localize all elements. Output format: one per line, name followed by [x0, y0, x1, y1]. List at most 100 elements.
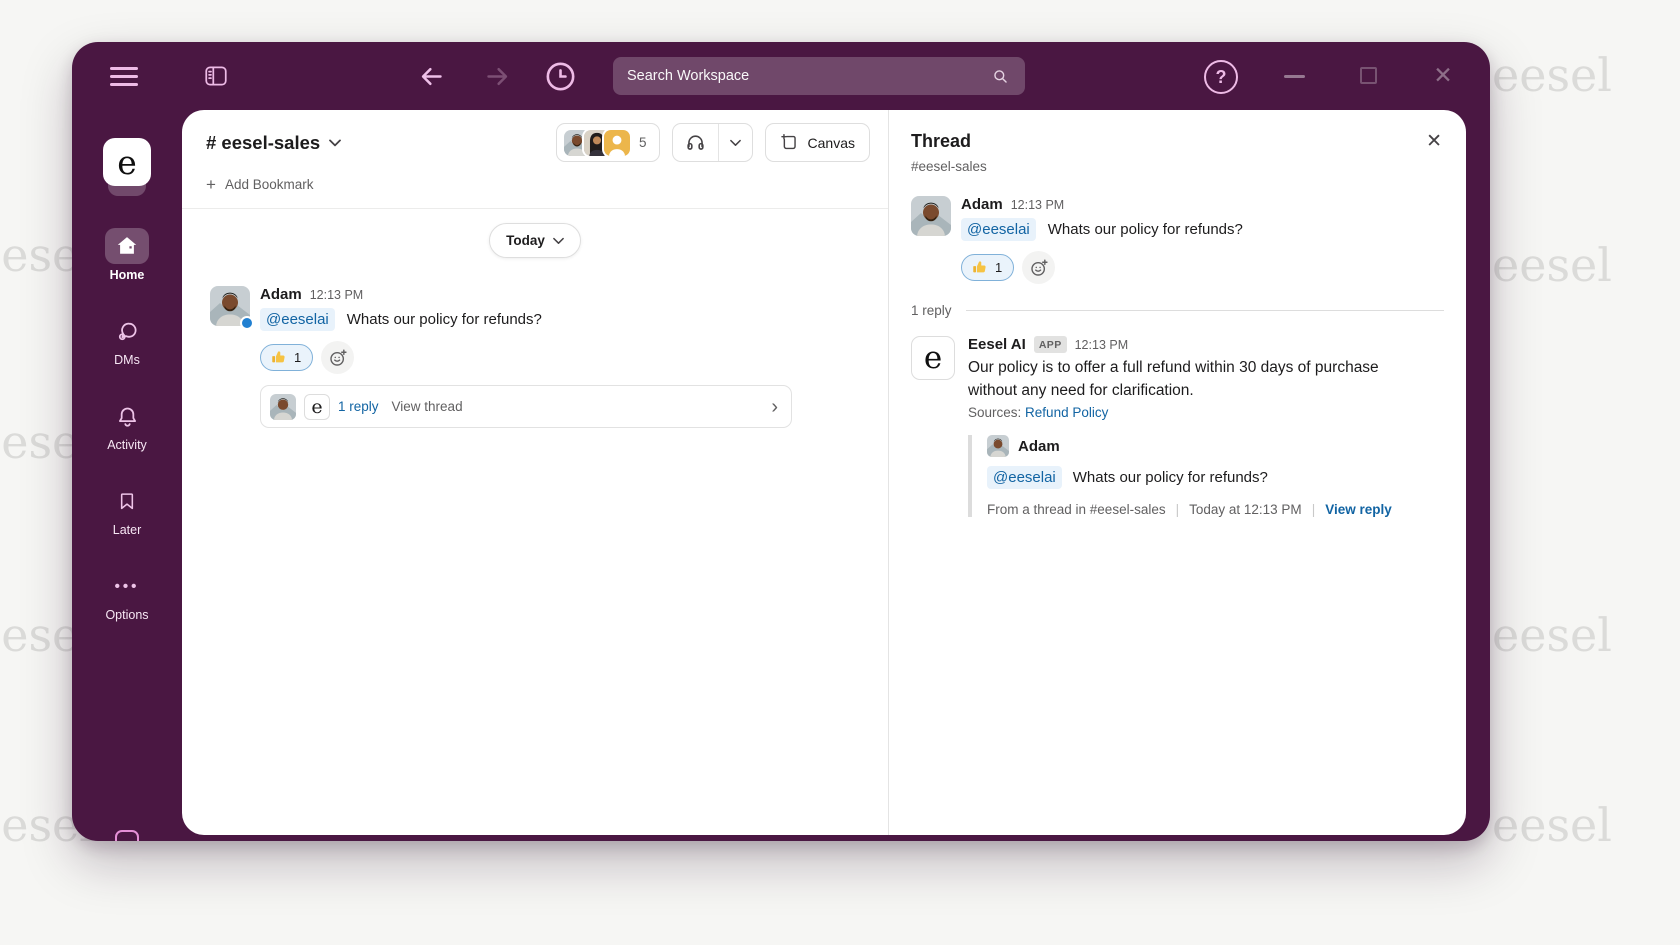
search-input[interactable] — [613, 57, 1025, 95]
channel-name: # eesel-sales — [206, 132, 320, 154]
bookmark-icon — [105, 483, 149, 519]
separator: | — [1312, 502, 1316, 517]
thread-root-message: Adam 12:13 PM @eeselai Whats our policy … — [889, 174, 1466, 284]
watermark-text: eesel — [1492, 608, 1612, 662]
view-reply-link[interactable]: View reply — [1325, 502, 1392, 517]
sidebar-item-label: Activity — [107, 438, 147, 452]
adam-avatar-image — [911, 196, 951, 236]
add-emoji-icon — [1029, 258, 1049, 278]
message-author[interactable]: Eesel AI — [968, 336, 1026, 353]
bell-icon — [105, 398, 149, 434]
date-pill-button[interactable]: Today — [489, 223, 581, 258]
watermark-text: eesel — [1492, 238, 1612, 292]
add-bookmark-button[interactable]: + Add Bookmark — [182, 168, 888, 209]
mention-pill[interactable]: @eeselai — [987, 466, 1062, 489]
add-bookmark-label: Add Bookmark — [225, 177, 314, 192]
channel-header: # eesel-sales — [182, 110, 888, 168]
sidebar-item-options[interactable]: ••• Options — [105, 568, 149, 622]
maximize-icon[interactable] — [1360, 67, 1377, 84]
forward-arrow-icon[interactable] — [484, 63, 511, 90]
thumbsup-reaction[interactable]: 1 — [260, 344, 313, 371]
home-icon — [105, 228, 149, 264]
canvas-icon — [780, 133, 799, 152]
sidebar-item-dms[interactable]: DMs — [105, 313, 149, 367]
message-text: Whats our policy for refunds? — [347, 311, 542, 328]
source-link[interactable]: Refund Policy — [1025, 405, 1108, 420]
replies-count-label: 1 reply — [911, 303, 952, 318]
minimize-icon[interactable] — [1284, 75, 1305, 78]
chevron-down-icon — [730, 139, 741, 147]
avatar[interactable] — [911, 196, 951, 236]
view-thread-bar[interactable]: e 1 reply View thread › — [260, 385, 792, 428]
members-button[interactable]: 5 — [556, 123, 660, 162]
canvas-button[interactable]: Canvas — [765, 123, 870, 162]
message-author[interactable]: Adam — [961, 196, 1003, 213]
reply-avatar — [270, 394, 296, 420]
clipped-rail-icon — [115, 830, 139, 841]
thumbsup-reaction[interactable]: 1 — [961, 254, 1014, 281]
separator: | — [1176, 502, 1180, 517]
sidebar-item-label: Options — [105, 608, 148, 622]
app-badge: APP — [1034, 336, 1067, 353]
message-timestamp: 12:13 PM — [310, 288, 364, 302]
sources-label: Sources: — [968, 405, 1021, 420]
channel-actions: 5 — [556, 123, 870, 162]
date-pill-label: Today — [506, 233, 545, 248]
reaction-count: 1 — [995, 260, 1002, 275]
dms-icon — [105, 313, 149, 349]
avatar[interactable] — [987, 435, 1009, 457]
eesel-app-avatar: e — [304, 394, 330, 420]
thread-panel: Thread ✕ #eesel-sales Adam 12:13 PM — [889, 110, 1466, 835]
thumbsup-emoji-icon — [270, 349, 287, 366]
member-avatars — [564, 130, 630, 156]
hamburger-menu-icon[interactable] — [110, 67, 138, 86]
headphones-icon — [685, 132, 706, 153]
replies-divider: 1 reply — [911, 303, 1444, 318]
back-arrow-icon[interactable] — [418, 63, 445, 90]
avatar[interactable] — [210, 286, 250, 326]
help-icon[interactable]: ? — [1204, 60, 1238, 94]
sidebar-toggle-icon[interactable] — [202, 63, 230, 89]
sidebar-item-label: DMs — [114, 353, 140, 367]
add-reaction-button[interactable] — [321, 341, 354, 374]
chevron-down-icon — [553, 237, 564, 245]
canvas-label: Canvas — [808, 135, 855, 151]
workspace-rail: e Home — [72, 110, 182, 841]
message-text: Our policy is to offer a full refund wit… — [968, 356, 1430, 402]
message-timestamp: 12:13 PM — [1011, 198, 1065, 212]
quote-timestamp: Today at 12:13 PM — [1189, 502, 1302, 517]
workspace-logo[interactable]: e — [103, 138, 151, 186]
close-thread-icon[interactable]: ✕ — [1426, 130, 1442, 153]
member-count: 5 — [639, 135, 647, 150]
sidebar-item-home[interactable]: Home — [105, 228, 149, 282]
quote-author[interactable]: Adam — [1018, 438, 1060, 455]
chevron-right-icon: › — [771, 397, 778, 417]
sidebar-item-later[interactable]: Later — [105, 483, 149, 537]
quote-context[interactable]: From a thread in #eesel-sales — [987, 502, 1166, 517]
message-author[interactable]: Adam — [260, 286, 302, 303]
add-emoji-icon — [328, 348, 348, 368]
overflow-dots-icon: ••• — [105, 568, 149, 604]
channel-title-button[interactable]: # eesel-sales — [206, 132, 341, 154]
sidebar-item-activity[interactable]: Activity — [105, 398, 149, 452]
huddle-toggle[interactable] — [673, 124, 718, 161]
history-clock-icon[interactable] — [544, 60, 577, 93]
mention-pill[interactable]: @eeselai — [260, 308, 335, 331]
channel-message: Adam 12:13 PM @eeselai Whats our policy … — [182, 258, 888, 428]
add-reaction-button[interactable] — [1022, 251, 1055, 284]
content-area: # eesel-sales — [182, 110, 1466, 835]
thread-panel-title: Thread — [911, 131, 971, 152]
rail-nav: Home DMs — [105, 228, 149, 653]
window-close-icon[interactable]: ✕ — [1430, 62, 1456, 88]
quoted-message: Adam @eeselai Whats our policy for refun… — [968, 435, 1430, 517]
eesel-app-avatar[interactable]: e — [911, 336, 955, 380]
huddle-caret-button[interactable] — [718, 124, 752, 161]
huddle-button — [672, 123, 753, 162]
mention-pill[interactable]: @eeselai — [961, 218, 1036, 241]
date-divider: Today — [182, 223, 888, 258]
reply-count-link[interactable]: 1 reply — [338, 399, 379, 414]
quote-text: Whats our policy for refunds? — [1073, 469, 1268, 486]
titlebar: ? ✕ — [72, 42, 1490, 110]
plus-icon: + — [206, 176, 216, 193]
sidebar-item-label: Home — [110, 268, 145, 282]
